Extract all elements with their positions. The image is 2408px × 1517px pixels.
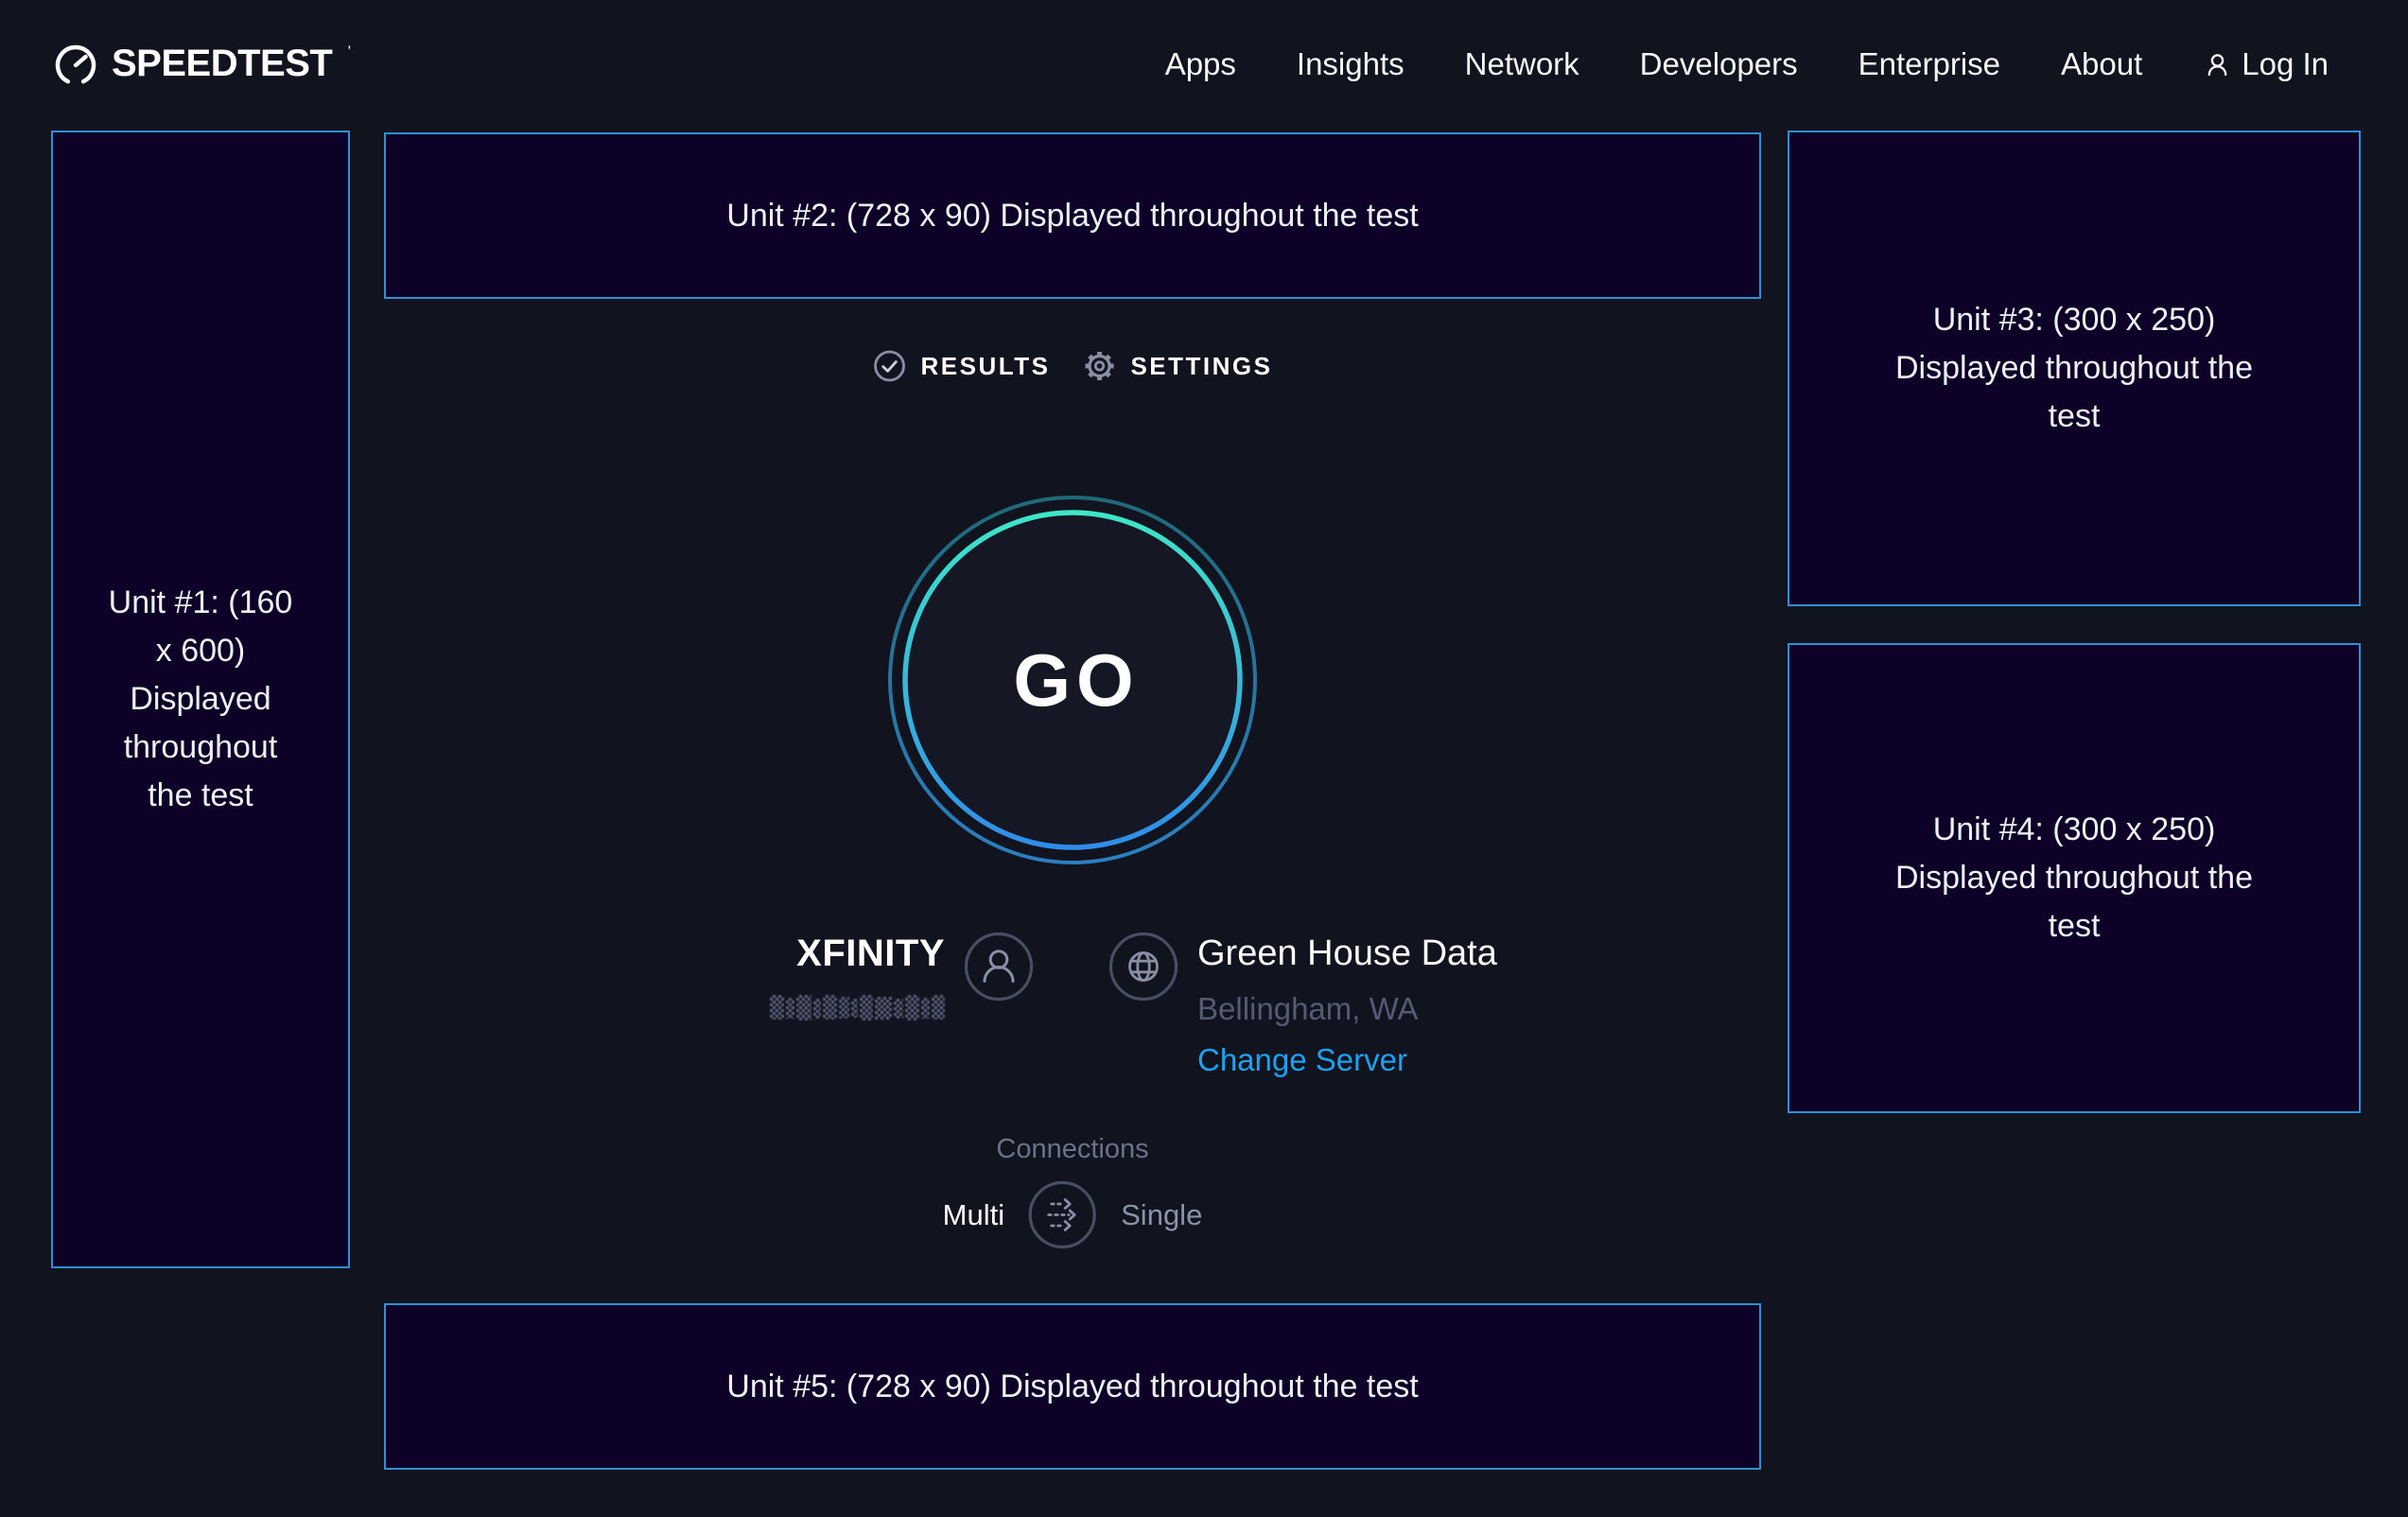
check-circle-icon: [873, 349, 907, 383]
server-block: Green House Data Bellingham, WA Change S…: [1108, 932, 1497, 1079]
server-name: Green House Data: [1197, 932, 1497, 975]
logo-trademark: ’: [347, 43, 351, 61]
login-label: Log In: [2242, 46, 2329, 82]
main-panel: RESULTS: [384, 0, 1761, 1517]
ad-text: Unit #4: (300 x 250) Displayed throughou…: [1893, 806, 2255, 950]
speedtest-gauge-icon: [53, 43, 98, 88]
login-button[interactable]: Log In: [2203, 46, 2329, 82]
tab-bar: RESULTS: [873, 349, 1273, 383]
redacted-ip: [770, 995, 945, 1020]
isp-user-icon: [964, 932, 1034, 1002]
nav-item-about[interactable]: About: [2061, 46, 2142, 82]
speedtest-page: SPEEDTEST ’ Apps Insights Network Develo…: [0, 0, 2408, 1517]
ad-unit-1: Unit #1: (160 x 600) Displayed throughou…: [51, 131, 350, 1268]
tab-settings[interactable]: SETTINGS: [1082, 349, 1272, 383]
go-button[interactable]: GO: [883, 491, 1262, 869]
connections-block: Connections Multi Single: [943, 1132, 1203, 1249]
isp-name: XFINITY: [796, 932, 945, 975]
globe-icon: [1108, 932, 1178, 1002]
connections-multi-option[interactable]: Multi: [943, 1198, 1004, 1232]
connections-toggle-icon[interactable]: [1028, 1180, 1097, 1249]
tab-settings-label: SETTINGS: [1130, 352, 1272, 381]
change-server-link[interactable]: Change Server: [1197, 1041, 1407, 1079]
connections-label: Connections: [996, 1132, 1148, 1166]
tab-results-label: RESULTS: [921, 352, 1051, 381]
nav-item-enterprise[interactable]: Enterprise: [1858, 46, 2000, 82]
server-location: Bellingham, WA: [1197, 990, 1497, 1028]
logo-text: SPEEDTEST: [112, 41, 332, 86]
tab-results[interactable]: RESULTS: [873, 349, 1051, 383]
ad-unit-3: Unit #3: (300 x 250) Displayed throughou…: [1788, 131, 2361, 606]
ad-text: Unit #3: (300 x 250) Displayed throughou…: [1893, 296, 2255, 441]
user-icon: [2203, 50, 2232, 79]
gear-icon: [1082, 349, 1116, 383]
ad-unit-4: Unit #4: (300 x 250) Displayed throughou…: [1788, 643, 2361, 1113]
ad-text: Unit #1: (160 x 600) Displayed throughou…: [100, 579, 301, 820]
connections-single-option[interactable]: Single: [1121, 1198, 1202, 1232]
logo[interactable]: SPEEDTEST ’: [53, 41, 351, 88]
isp-block: XFINITY: [770, 932, 1034, 1020]
go-label: GO: [883, 491, 1262, 869]
